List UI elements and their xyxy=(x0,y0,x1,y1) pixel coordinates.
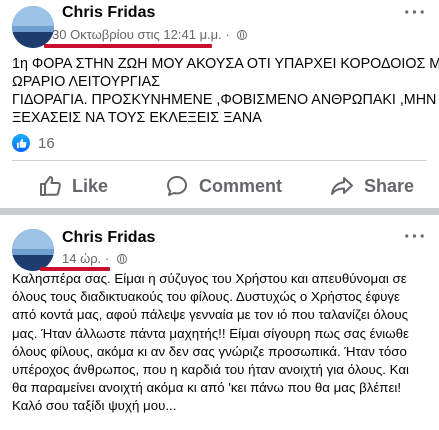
post-text-line: θα παραμείνει ανοιχτή ακόμα κι από 'κει … xyxy=(12,380,402,396)
thumbs-up-icon xyxy=(40,176,61,196)
post-timestamp[interactable]: 14 ώρ. · xyxy=(62,251,127,266)
post-card-1: Chris Fridas 30 Οκτωβρίου στις 12:41 μ.μ… xyxy=(0,0,439,208)
post-text-line: υπέροχος άνθρωπος, που η καρδιά του ήταν… xyxy=(12,362,409,378)
post-text: Καλησπέρα σας. Είμαι η σύζυγος του Χρήστ… xyxy=(12,270,436,416)
post-text-line: ΞΕΧΑΣΕΙΣ ΝΑ ΤΟΥΣ ΕΚΛΕΞΕΙΣ ΞΑΝΑ xyxy=(12,110,262,126)
like-label: Like xyxy=(72,175,109,196)
share-button[interactable]: Share xyxy=(330,174,414,198)
post-text-line: ΩΡΑΡΙΟ ΛΕΙΤΟΥΡΓΙΑΣ xyxy=(12,74,160,90)
post-text-line: 1η ΦΟΡΑ ΣΤΗΝ ΖΩΗ ΜΟΥ ΑΚΟΥΣΑ ΟΤΙ ΥΠΑΡΧΕΙ … xyxy=(12,56,439,72)
share-label: Share xyxy=(364,175,415,196)
reactions-summary[interactable]: 16 xyxy=(12,134,55,152)
comment-icon xyxy=(167,176,187,196)
post-text-line: όλους φίλους, ακόμα κι αν δεν σας γνώριζ… xyxy=(12,343,407,359)
comment-button[interactable]: Comment xyxy=(165,174,282,198)
comment-label: Comment xyxy=(199,175,283,196)
more-options-icon[interactable]: ··· xyxy=(404,2,427,25)
post-text-line: όλους τους διαδικτυακούς του φίλους. Δυσ… xyxy=(12,289,400,305)
divider xyxy=(12,160,427,161)
post-text-line: μας. Ήταν άλλωστε πάντα μαχητής!! Είμαι … xyxy=(12,325,409,341)
post-text-line: ΓΙΔΟΡΑΓΙΑ. ΠΡΟΣΚΥΝΗΜΕΝΕ ,ΦΟΒΙΣΜΕΝΟ ΑΝΘΡΩ… xyxy=(12,92,437,108)
author-avatar[interactable] xyxy=(12,6,54,48)
more-options-icon[interactable]: ··· xyxy=(404,226,427,249)
reaction-count: 16 xyxy=(38,134,55,152)
globe-icon xyxy=(116,254,127,264)
author-avatar[interactable] xyxy=(12,229,54,271)
globe-icon xyxy=(237,30,248,40)
post-text-line: Καλό σου ταξίδι ψυχή μου... xyxy=(12,398,177,414)
timestamp-text[interactable]: 14 ώρ. xyxy=(62,251,101,266)
author-name[interactable]: Chris Fridas xyxy=(62,4,155,22)
post-text-line: Καλησπέρα σας. Είμαι η σύζυγος του Χρήστ… xyxy=(12,271,407,286)
like-reaction-icon xyxy=(12,134,30,152)
post-timestamp[interactable]: 30 Οκτωβρίου στις 12:41 μ.μ. · xyxy=(52,27,248,42)
share-icon xyxy=(331,177,353,195)
author-name[interactable]: Chris Fridas xyxy=(62,229,155,247)
highlight-underline xyxy=(44,44,212,48)
post-text: 1η ΦΟΡΑ ΣΤΗΝ ΖΩΗ ΜΟΥ ΑΚΟΥΣΑ ΟΤΙ ΥΠΑΡΧΕΙ … xyxy=(12,55,439,127)
post-text-line: από κοντά μας, αφού πάλεψε γενναία με το… xyxy=(12,307,409,323)
timestamp-text[interactable]: 30 Οκτωβρίου στις 12:41 μ.μ. xyxy=(52,27,222,42)
like-button[interactable]: Like xyxy=(38,174,108,198)
